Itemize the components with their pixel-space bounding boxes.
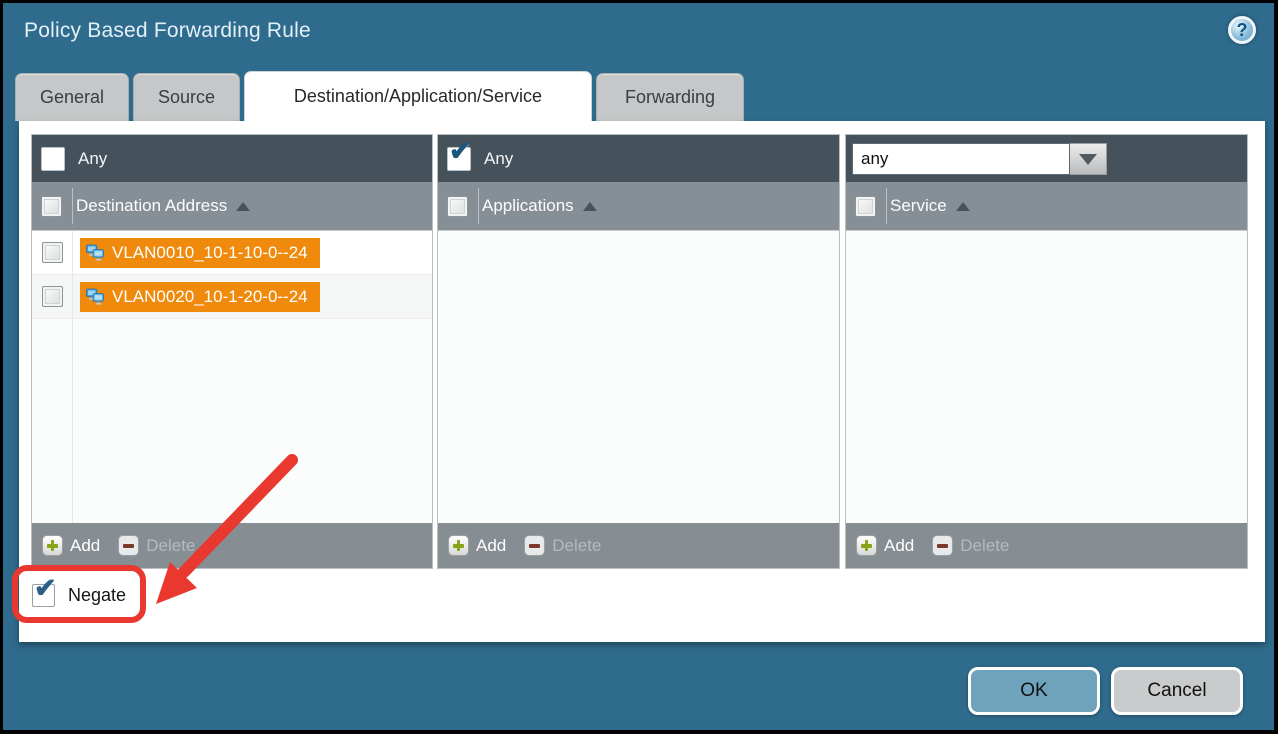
destination-column-header[interactable]: Destination Address: [32, 182, 432, 231]
column-divider: [72, 188, 73, 224]
chevron-down-icon: [1079, 154, 1097, 165]
ok-button[interactable]: OK: [968, 667, 1100, 715]
applications-panel: ✔ Any Applications Add: [437, 134, 840, 569]
sort-asc-icon: [583, 202, 597, 211]
service-panel: any Service Add: [845, 134, 1248, 569]
applications-any-bar: ✔ Any: [438, 135, 839, 182]
service-column-header[interactable]: Service: [846, 182, 1247, 231]
applications-any-checkbox[interactable]: ✔: [447, 147, 471, 171]
destination-list: VLAN0010_10-1-10-0--24: [32, 231, 432, 523]
checkbox-column-divider: [72, 231, 73, 523]
column-divider: [886, 188, 887, 224]
row-checkbox[interactable]: [42, 242, 63, 263]
address-object-label: VLAN0020_10-1-20-0--24: [112, 287, 308, 307]
negate-label: Negate: [68, 585, 126, 606]
service-dropdown[interactable]: any: [852, 143, 1107, 175]
applications-any-label: Any: [484, 149, 513, 169]
sort-asc-icon: [236, 202, 250, 211]
service-select-all-checkbox[interactable]: [855, 196, 876, 217]
column-header-label: Destination Address: [76, 196, 227, 216]
add-icon: [42, 535, 63, 556]
tab-label: General: [40, 87, 104, 108]
tab-source[interactable]: Source: [133, 73, 240, 121]
tab-label: Source: [158, 87, 215, 108]
screenshot-frame: Policy Based Forwarding Rule ? General S…: [0, 0, 1278, 734]
tab-content-area: Any Destination Address: [19, 121, 1265, 642]
table-row[interactable]: VLAN0010_10-1-10-0--24: [32, 231, 432, 275]
delete-button[interactable]: Delete: [118, 535, 195, 556]
checkmark-icon: ✔: [449, 138, 472, 165]
destination-panel: Any Destination Address: [31, 134, 433, 569]
delete-button[interactable]: Delete: [932, 535, 1009, 556]
destination-any-bar: Any: [32, 135, 432, 182]
delete-icon: [932, 535, 953, 556]
service-list: [846, 231, 1247, 523]
add-icon: [448, 535, 469, 556]
delete-icon: [118, 535, 139, 556]
negate-control[interactable]: ✔ Negate: [32, 584, 126, 607]
tab-destination-application-service[interactable]: Destination/Application/Service: [244, 71, 592, 121]
tab-label: Forwarding: [625, 87, 715, 108]
destination-toolbar: Add Delete: [32, 523, 432, 568]
network-icon: [85, 288, 105, 305]
add-button[interactable]: Add: [448, 535, 506, 556]
sort-asc-icon: [956, 202, 970, 211]
column-header-label: Applications: [482, 196, 574, 216]
address-object-label: VLAN0010_10-1-10-0--24: [112, 243, 308, 263]
cancel-button[interactable]: Cancel: [1111, 667, 1243, 715]
page-title: Policy Based Forwarding Rule: [24, 19, 311, 43]
destination-any-label: Any: [78, 149, 107, 169]
tab-label: Destination/Application/Service: [294, 86, 542, 107]
add-button[interactable]: Add: [42, 535, 100, 556]
column-divider: [478, 188, 479, 224]
dropdown-button[interactable]: [1070, 143, 1107, 175]
delete-icon: [524, 535, 545, 556]
address-object-chip[interactable]: VLAN0020_10-1-20-0--24: [80, 282, 320, 312]
table-row[interactable]: VLAN0020_10-1-20-0--24: [32, 275, 432, 319]
help-icon[interactable]: ?: [1228, 16, 1256, 44]
row-checkbox[interactable]: [42, 286, 63, 307]
add-button[interactable]: Add: [856, 535, 914, 556]
destination-any-checkbox[interactable]: [41, 147, 65, 171]
address-object-chip[interactable]: VLAN0010_10-1-10-0--24: [80, 238, 320, 268]
pbf-rule-dialog: Policy Based Forwarding Rule ? General S…: [3, 3, 1274, 730]
negate-checkbox[interactable]: ✔: [32, 584, 55, 607]
column-header-label: Service: [890, 196, 947, 216]
applications-list: [438, 231, 839, 523]
network-icon: [85, 244, 105, 261]
applications-select-all-checkbox[interactable]: [447, 196, 468, 217]
service-dropdown-value: any: [852, 143, 1070, 175]
tab-forwarding[interactable]: Forwarding: [596, 73, 744, 121]
tab-general[interactable]: General: [15, 73, 129, 121]
service-toolbar: Add Delete: [846, 523, 1247, 568]
applications-column-header[interactable]: Applications: [438, 182, 839, 231]
applications-toolbar: Add Delete: [438, 523, 839, 568]
destination-select-all-checkbox[interactable]: [41, 196, 62, 217]
add-icon: [856, 535, 877, 556]
service-header-bar: any: [846, 135, 1247, 182]
delete-button[interactable]: Delete: [524, 535, 601, 556]
